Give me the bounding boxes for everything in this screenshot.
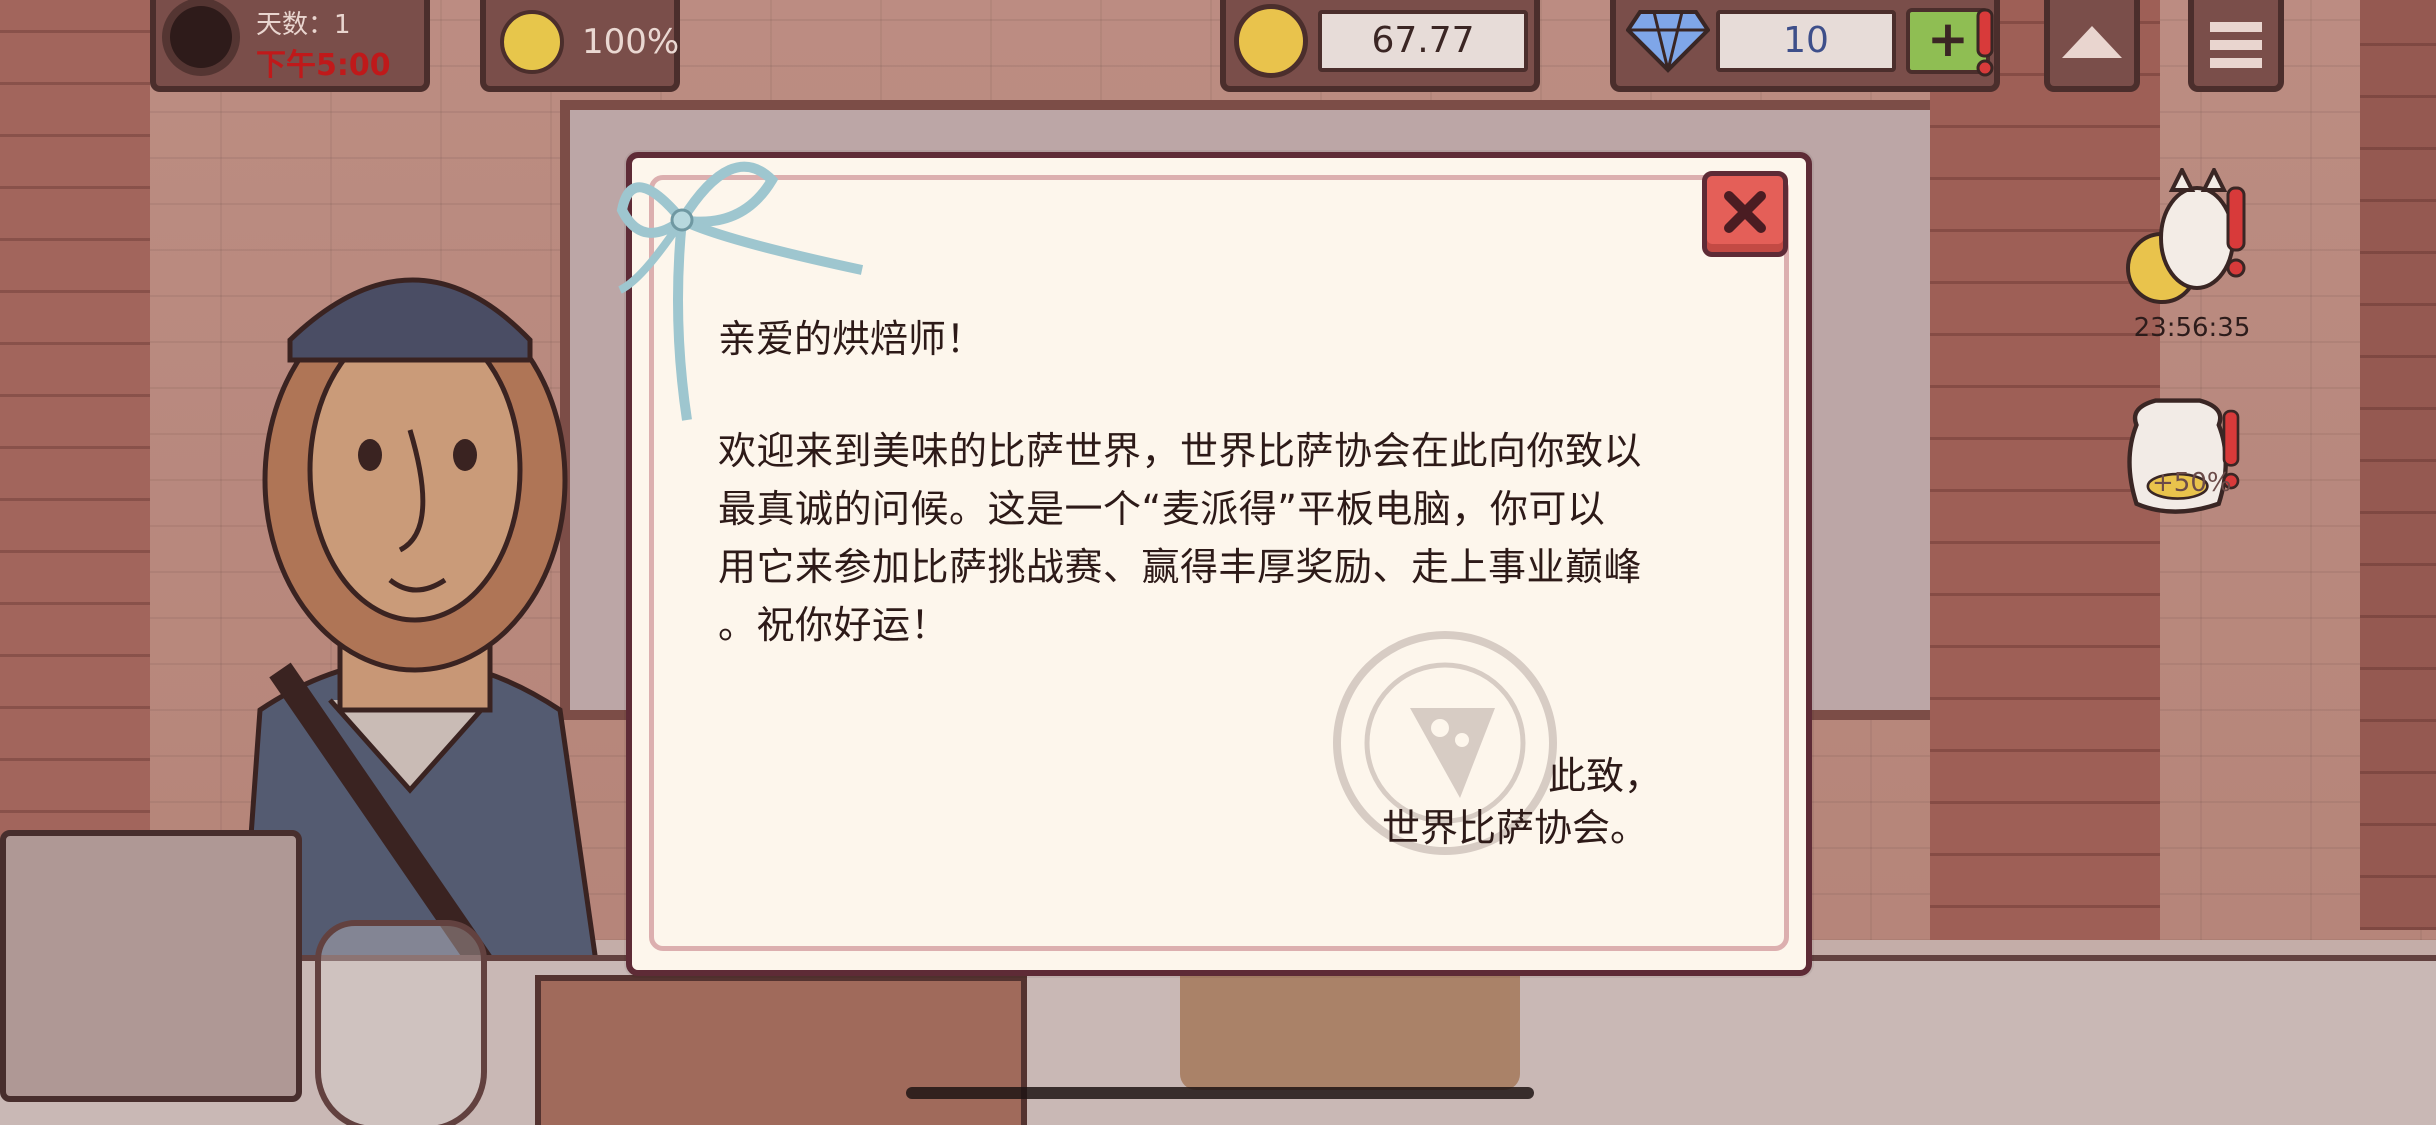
day-time-panel: 天数：1 下午5:00	[150, 0, 430, 92]
sun-icon	[170, 6, 232, 68]
chevron-up-icon	[2062, 26, 2122, 58]
satisfaction-panel: 100%	[480, 0, 680, 92]
coins-value: 67.77	[1318, 10, 1528, 72]
expand-up-button[interactable]	[2044, 0, 2140, 92]
day-counter: 天数：1	[256, 10, 351, 40]
coin-icon	[1234, 4, 1308, 78]
gems-value: 10	[1716, 10, 1896, 72]
game-screen: 天数：1 下午5:00 100% 67.77 10 + 23:56:35 +50…	[0, 0, 2436, 1125]
hamburger-menu-icon	[2210, 22, 2262, 68]
alert-exclamation-icon	[1976, 8, 1994, 77]
jar-bonus-label: +50%	[2152, 468, 2232, 498]
lucky-cat-button[interactable]	[2112, 168, 2252, 308]
letter-body-line: 最真诚的问候。这是一个“麦派得”平板电脑，你可以	[718, 487, 1606, 531]
menu-button[interactable]	[2188, 0, 2284, 92]
letter-greeting: 亲爱的烘焙师！	[718, 317, 985, 361]
bonus-jar-button[interactable]	[2112, 390, 2252, 530]
letter-signature: 世界比萨协会。	[1382, 806, 1649, 850]
letter-closing: 此致，	[1548, 754, 1663, 798]
ribbon-bow-decoration	[616, 161, 864, 421]
letter-body-line: 用它来参加比萨挑战赛、赢得丰厚奖励、走上事业巅峰	[718, 545, 1643, 589]
close-button[interactable]	[1702, 171, 1788, 257]
letter-body-line: 欢迎来到美味的比萨世界，世界比萨协会在此向你致以	[718, 429, 1643, 473]
diamond-icon	[1626, 10, 1710, 73]
letter-body-line: 。祝你好运！	[718, 603, 950, 647]
satisfaction-percent: 100%	[582, 22, 680, 62]
smiley-face-icon	[500, 10, 564, 74]
home-indicator-bar[interactable]	[906, 1087, 1534, 1099]
gems-panel: 10 +	[1610, 0, 2000, 92]
clock-time: 下午5:00	[256, 48, 391, 83]
close-icon	[1724, 191, 1766, 233]
lucky-cat-timer: 23:56:35	[2133, 313, 2251, 343]
coins-panel[interactable]: 67.77	[1220, 0, 1540, 92]
